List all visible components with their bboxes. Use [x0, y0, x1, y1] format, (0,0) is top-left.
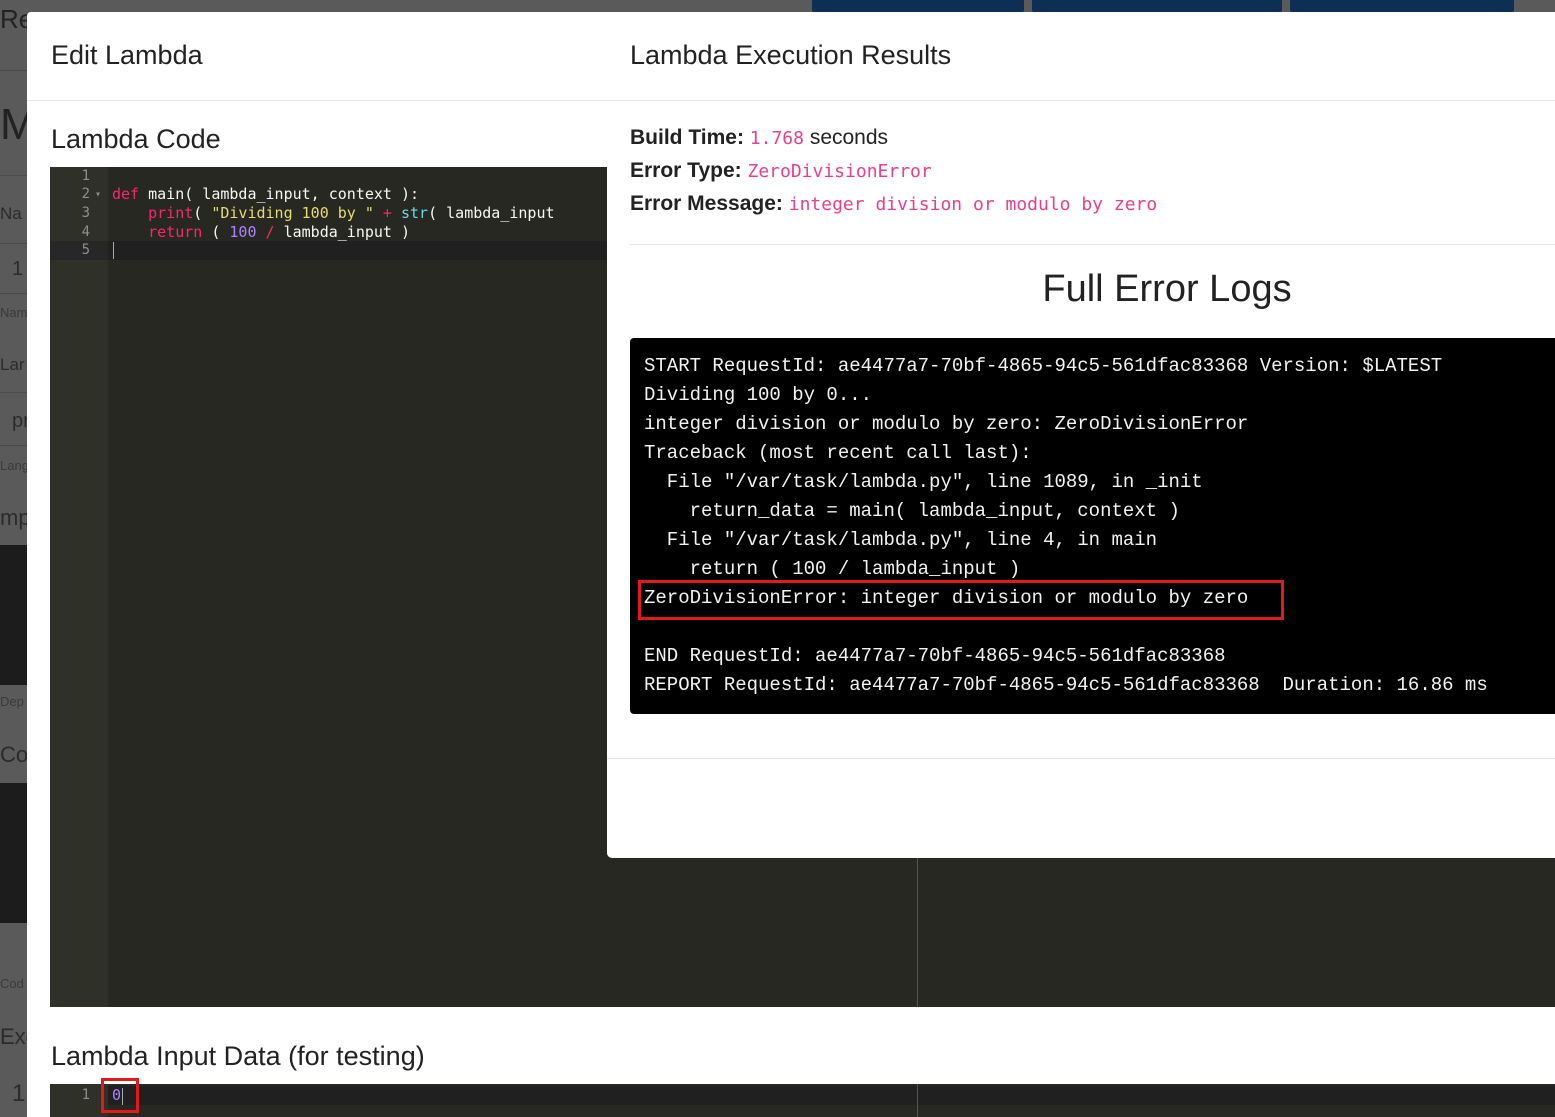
- results-divider: [630, 244, 1555, 245]
- background-label: Cod: [0, 976, 24, 991]
- code-token: ( lambda_input: [428, 204, 555, 222]
- code-token: main( lambda_input, context ):: [139, 185, 420, 203]
- line-number: 1: [81, 168, 90, 184]
- background-editor: [0, 783, 27, 923]
- log-line: return_data = main( lambda_input, contex…: [644, 500, 1180, 522]
- log-line: File "/var/task/lambda.py", line 1089, i…: [644, 471, 1203, 493]
- background-divider: [0, 243, 27, 244]
- build-time-unit: seconds: [809, 126, 889, 149]
- line-number: 2: [81, 186, 90, 202]
- code-token: str: [401, 204, 429, 222]
- code-token: (: [202, 223, 230, 241]
- code-token: 100: [229, 223, 257, 241]
- background-divider: [0, 70, 27, 71]
- execution-results-modal: Lambda Execution Results Build Time: 1.7…: [607, 12, 1555, 858]
- error-message-label: Error Message:: [630, 192, 783, 215]
- error-line-highlight-box: [638, 580, 1284, 620]
- line-number: 1: [81, 1087, 90, 1103]
- input-gutter: 1: [50, 1084, 108, 1117]
- error-log-output: START RequestId: ae4477a7-70bf-4865-94c5…: [630, 338, 1555, 714]
- code-gutter: 1 2 ▾ 3 4 5: [50, 167, 108, 1007]
- error-type-value: ZeroDivisionError: [747, 161, 932, 182]
- background-divider: [0, 392, 27, 393]
- background-button-3: [1290, 0, 1514, 12]
- log-line: START RequestId: ae4477a7-70bf-4865-94c5…: [644, 355, 1443, 377]
- print-margin: [917, 1084, 918, 1117]
- error-type-row: Error Type: ZeroDivisionError: [630, 159, 932, 183]
- background-value: 1: [12, 1080, 26, 1107]
- code-token: "Dividing 100 by ": [211, 204, 374, 222]
- code-token: lambda_input ): [283, 223, 411, 241]
- log-line: Dividing 100 by 0...: [644, 384, 873, 406]
- background-label: Nam: [0, 305, 28, 320]
- background-value: 1: [12, 258, 24, 280]
- build-time-value: 1.768: [749, 128, 804, 149]
- log-line: File "/var/task/lambda.py", line 4, in m…: [644, 529, 1158, 551]
- code-line-3: print( "Dividing 100 by " + str( lambda_…: [112, 204, 555, 223]
- background-editor: [0, 545, 27, 685]
- build-time-label: Build Time:: [630, 126, 744, 149]
- fold-arrow-icon[interactable]: ▾: [95, 185, 101, 204]
- code-line-2: def main( lambda_input, context ):: [112, 185, 419, 204]
- error-message-row: Error Message: integer division or modul…: [630, 192, 1157, 216]
- code-token: def: [112, 185, 140, 203]
- error-message-value: integer division or modulo by zero: [788, 194, 1158, 215]
- log-line: integer division or modulo by zero: Zero…: [644, 413, 1249, 435]
- active-line-gutter: [50, 241, 108, 260]
- code-line-4: return ( 100 / lambda_input ): [112, 223, 410, 242]
- input-data-editor[interactable]: 1 0: [50, 1084, 1555, 1117]
- line-number: 3: [81, 205, 90, 221]
- background-label: Lang: [0, 458, 29, 473]
- build-time-row: Build Time: 1.768 seconds: [630, 126, 888, 150]
- code-token: +: [373, 204, 401, 222]
- background-label: Na: [0, 204, 22, 223]
- input-section-title: Lambda Input Data (for testing): [51, 1041, 425, 1071]
- text-cursor: [113, 242, 114, 259]
- results-modal-title: Lambda Execution Results: [630, 40, 952, 70]
- logs-heading: Full Error Logs: [1042, 268, 1292, 310]
- active-line: [108, 1086, 1555, 1105]
- background-button-1: [812, 0, 1024, 12]
- error-type-label: Error Type:: [630, 159, 742, 182]
- input-highlight-box: [101, 1078, 139, 1113]
- background-label: Lar: [0, 355, 25, 374]
- background-label: mp: [0, 505, 31, 530]
- results-footer-divider: [607, 758, 1555, 759]
- code-token: (: [193, 204, 212, 222]
- background-button-2: [1032, 0, 1282, 12]
- background-divider: [0, 175, 27, 176]
- log-line: REPORT RequestId: ae4477a7-70bf-4865-94c…: [644, 674, 1488, 696]
- background-divider: [0, 445, 27, 446]
- log-line: END RequestId: ae4477a7-70bf-4865-94c5-5…: [644, 645, 1226, 667]
- code-token: print: [148, 204, 194, 222]
- line-number: 5: [81, 242, 90, 258]
- background-divider: [0, 293, 27, 294]
- background-label: Dep: [0, 694, 24, 709]
- code-token: /: [256, 223, 284, 241]
- log-line: Traceback (most recent call last):: [644, 442, 1032, 464]
- code-token: return: [148, 223, 203, 241]
- line-number: 4: [81, 224, 90, 240]
- code-section-title: Lambda Code: [51, 124, 221, 154]
- results-modal-header: Lambda Execution Results: [607, 12, 1555, 101]
